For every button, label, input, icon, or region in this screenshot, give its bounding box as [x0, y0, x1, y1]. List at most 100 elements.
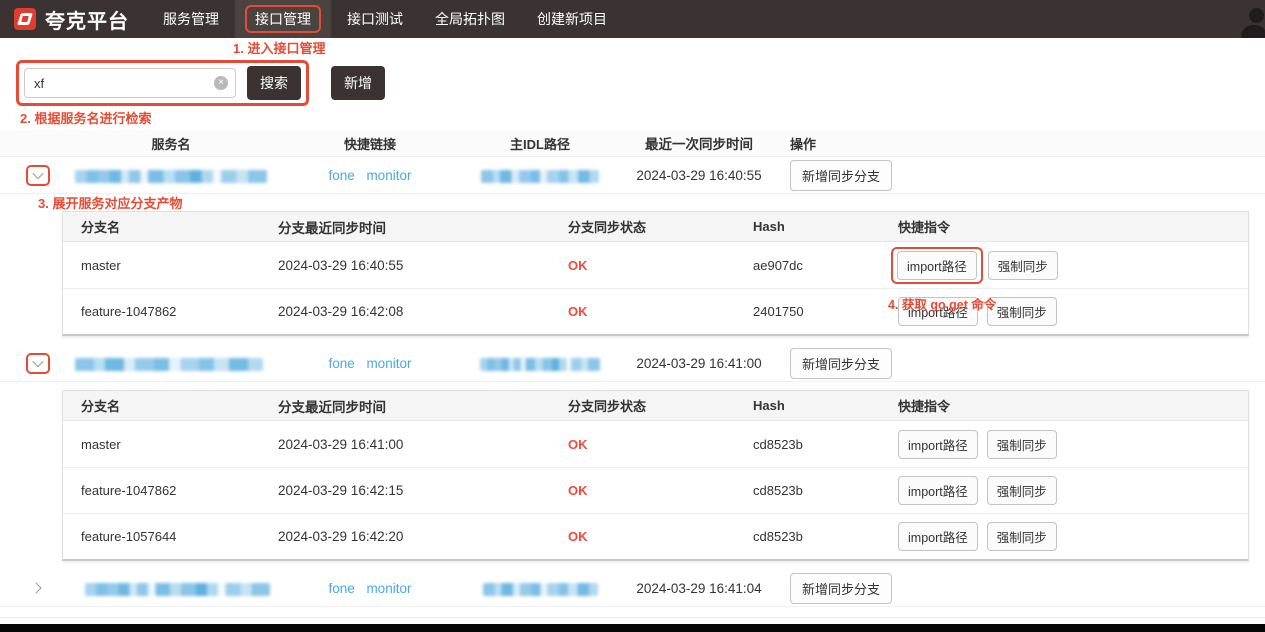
sync-time: 2024-03-29 16:41:04 [620, 581, 778, 596]
header-branch-sync-time: 分支最近同步时间 [278, 217, 568, 237]
nav-item-interface-management[interactable]: 接口管理 [235, 0, 331, 38]
service-row-1: fone monitor 2024-03-29 16:40:55 新增同步分支 [0, 157, 1265, 194]
fone-link[interactable]: fone [329, 356, 355, 371]
search-button[interactable]: 搜索 [247, 66, 301, 100]
add-sync-branch-button[interactable]: 新增同步分支 [790, 348, 892, 379]
import-path-button[interactable]: import路径 [898, 430, 978, 459]
force-sync-button[interactable]: 强制同步 [988, 251, 1058, 280]
branch-sync-time: 2024-03-29 16:42:08 [278, 304, 568, 319]
branch-sync-time: 2024-03-29 16:42:20 [278, 529, 568, 544]
header-branch-sync-status: 分支同步状态 [568, 217, 753, 236]
header-branch-sync-status: 分支同步状态 [568, 396, 753, 415]
branch-row: master 2024-03-29 16:41:00 OK cd8523b im… [63, 421, 1248, 467]
branch-name: feature-1047862 [63, 304, 278, 319]
annotation-rect-expand-1 [26, 165, 50, 186]
branch-hash: cd8523b [753, 483, 898, 498]
import-path-button[interactable]: import路径 [898, 476, 978, 505]
clear-input-icon[interactable]: × [214, 76, 228, 90]
branch-row: master 2024-03-29 16:40:55 OK ae907dc im… [63, 242, 1248, 288]
branch-row: feature-1047862 2024-03-29 16:42:15 OK c… [63, 467, 1248, 513]
nav-item-create-project[interactable]: 创建新项目 [521, 0, 623, 38]
redacted-service-name [85, 583, 270, 596]
branch-hash: ae907dc [753, 258, 898, 273]
annotation-rect-active-tab: 接口管理 [245, 5, 321, 33]
search-input-wrap: × [24, 68, 236, 98]
header-quick-commands: 快捷指令 [898, 217, 1248, 236]
search-row: × 搜索 新增 [16, 60, 1265, 106]
branch-sync-time: 2024-03-29 16:41:00 [278, 437, 568, 452]
annotation-step4: 4. 获取 go get 命令 [888, 294, 996, 313]
header-hash: Hash [753, 219, 898, 234]
branch-table-header: 分支名 分支最近同步时间 分支同步状态 Hash 快捷指令 [63, 212, 1248, 242]
branch-name: feature-1057644 [63, 529, 278, 544]
force-sync-button[interactable]: 强制同步 [987, 297, 1057, 326]
user-avatar-icon[interactable] [1241, 8, 1265, 38]
branch-name: feature-1047862 [63, 483, 278, 498]
redacted-idl-path [483, 583, 598, 596]
branch-row: feature-1057644 2024-03-29 16:42:20 OK c… [63, 513, 1248, 559]
header-branch-name: 分支名 [63, 396, 278, 415]
logo-shape [17, 13, 33, 25]
branch-sync-time: 2024-03-29 16:40:55 [278, 258, 568, 273]
status-badge: OK [568, 258, 588, 273]
annotation-step2: 2. 根据服务名进行检索 [20, 111, 1265, 126]
monitor-link[interactable]: monitor [366, 356, 411, 371]
header-idl-path: 主IDL路径 [460, 134, 620, 153]
service-table-header: 服务名 快捷链接 主IDL路径 最近一次同步时间 操作 [0, 130, 1265, 157]
search-input[interactable] [24, 68, 236, 98]
branch-sync-time: 2024-03-29 16:42:15 [278, 483, 568, 498]
fone-link[interactable]: fone [329, 168, 355, 183]
chevron-down-icon[interactable] [32, 168, 43, 179]
chevron-down-icon[interactable] [32, 356, 43, 367]
branch-hash: cd8523b [753, 529, 898, 544]
header-sync-time: 最近一次同步时间 [620, 133, 778, 153]
chevron-right-icon[interactable] [30, 582, 41, 593]
branch-table-1: 分支名 分支最近同步时间 分支同步状态 Hash 快捷指令 master 202… [62, 211, 1249, 336]
branch-hash: cd8523b [753, 437, 898, 452]
quark-logo-icon [14, 8, 36, 30]
monitor-link[interactable]: monitor [366, 168, 411, 183]
branch-name: master [63, 258, 278, 273]
redacted-idl-path [480, 358, 600, 371]
annotation-rect-expand-2 [26, 353, 50, 374]
header-quick-commands: 快捷指令 [898, 396, 1248, 415]
branch-name: master [63, 437, 278, 452]
nav-item-label: 接口管理 [255, 11, 311, 27]
import-path-button[interactable]: import路径 [898, 522, 978, 551]
header-service-name: 服务名 [62, 134, 280, 153]
brand-title: 夸克平台 [45, 5, 129, 34]
header-quick-links: 快捷链接 [280, 134, 460, 153]
bottom-bar [0, 624, 1265, 632]
service-table: 服务名 快捷链接 主IDL路径 最近一次同步时间 操作 fone monitor… [0, 130, 1265, 607]
add-button[interactable]: 新增 [331, 66, 385, 100]
service-row-3: fone monitor 2024-03-29 16:41:04 新增同步分支 [0, 570, 1265, 607]
import-path-button[interactable]: import路径 [897, 251, 977, 280]
branch-table-header: 分支名 分支最近同步时间 分支同步状态 Hash 快捷指令 [63, 391, 1248, 421]
add-sync-branch-button[interactable]: 新增同步分支 [790, 573, 892, 604]
force-sync-button[interactable]: 强制同步 [987, 476, 1057, 505]
header-branch-name: 分支名 [63, 217, 278, 236]
status-badge: OK [568, 529, 588, 544]
redacted-service-name [75, 170, 267, 183]
branch-table-2: 分支名 分支最近同步时间 分支同步状态 Hash 快捷指令 master 202… [62, 390, 1249, 561]
top-navbar: 夸克平台 服务管理 接口管理 接口测试 全局拓扑图 创建新项目 [0, 0, 1265, 38]
avatar-head [1249, 8, 1264, 23]
add-sync-branch-button[interactable]: 新增同步分支 [790, 160, 892, 191]
spacer [0, 382, 1265, 390]
status-badge: OK [568, 304, 588, 319]
fone-link[interactable]: fone [329, 581, 355, 596]
redacted-idl-path [481, 170, 599, 183]
service-row-2: fone monitor 2024-03-29 16:41:00 新增同步分支 [0, 345, 1265, 382]
monitor-link[interactable]: monitor [366, 581, 411, 596]
header-hash: Hash [753, 398, 898, 413]
annotation-rect-import-path: import路径 [891, 247, 983, 284]
annotation-rect-search: × 搜索 [16, 60, 309, 106]
redacted-service-name [75, 358, 263, 371]
force-sync-button[interactable]: 强制同步 [987, 430, 1057, 459]
nav-item-service-management[interactable]: 服务管理 [147, 0, 235, 38]
header-operations: 操作 [778, 134, 1265, 153]
annotation-step1: 1. 进入接口管理 [233, 41, 1265, 56]
nav-item-global-topology[interactable]: 全局拓扑图 [419, 0, 521, 38]
force-sync-button[interactable]: 强制同步 [987, 522, 1057, 551]
nav-item-interface-test[interactable]: 接口测试 [331, 0, 419, 38]
